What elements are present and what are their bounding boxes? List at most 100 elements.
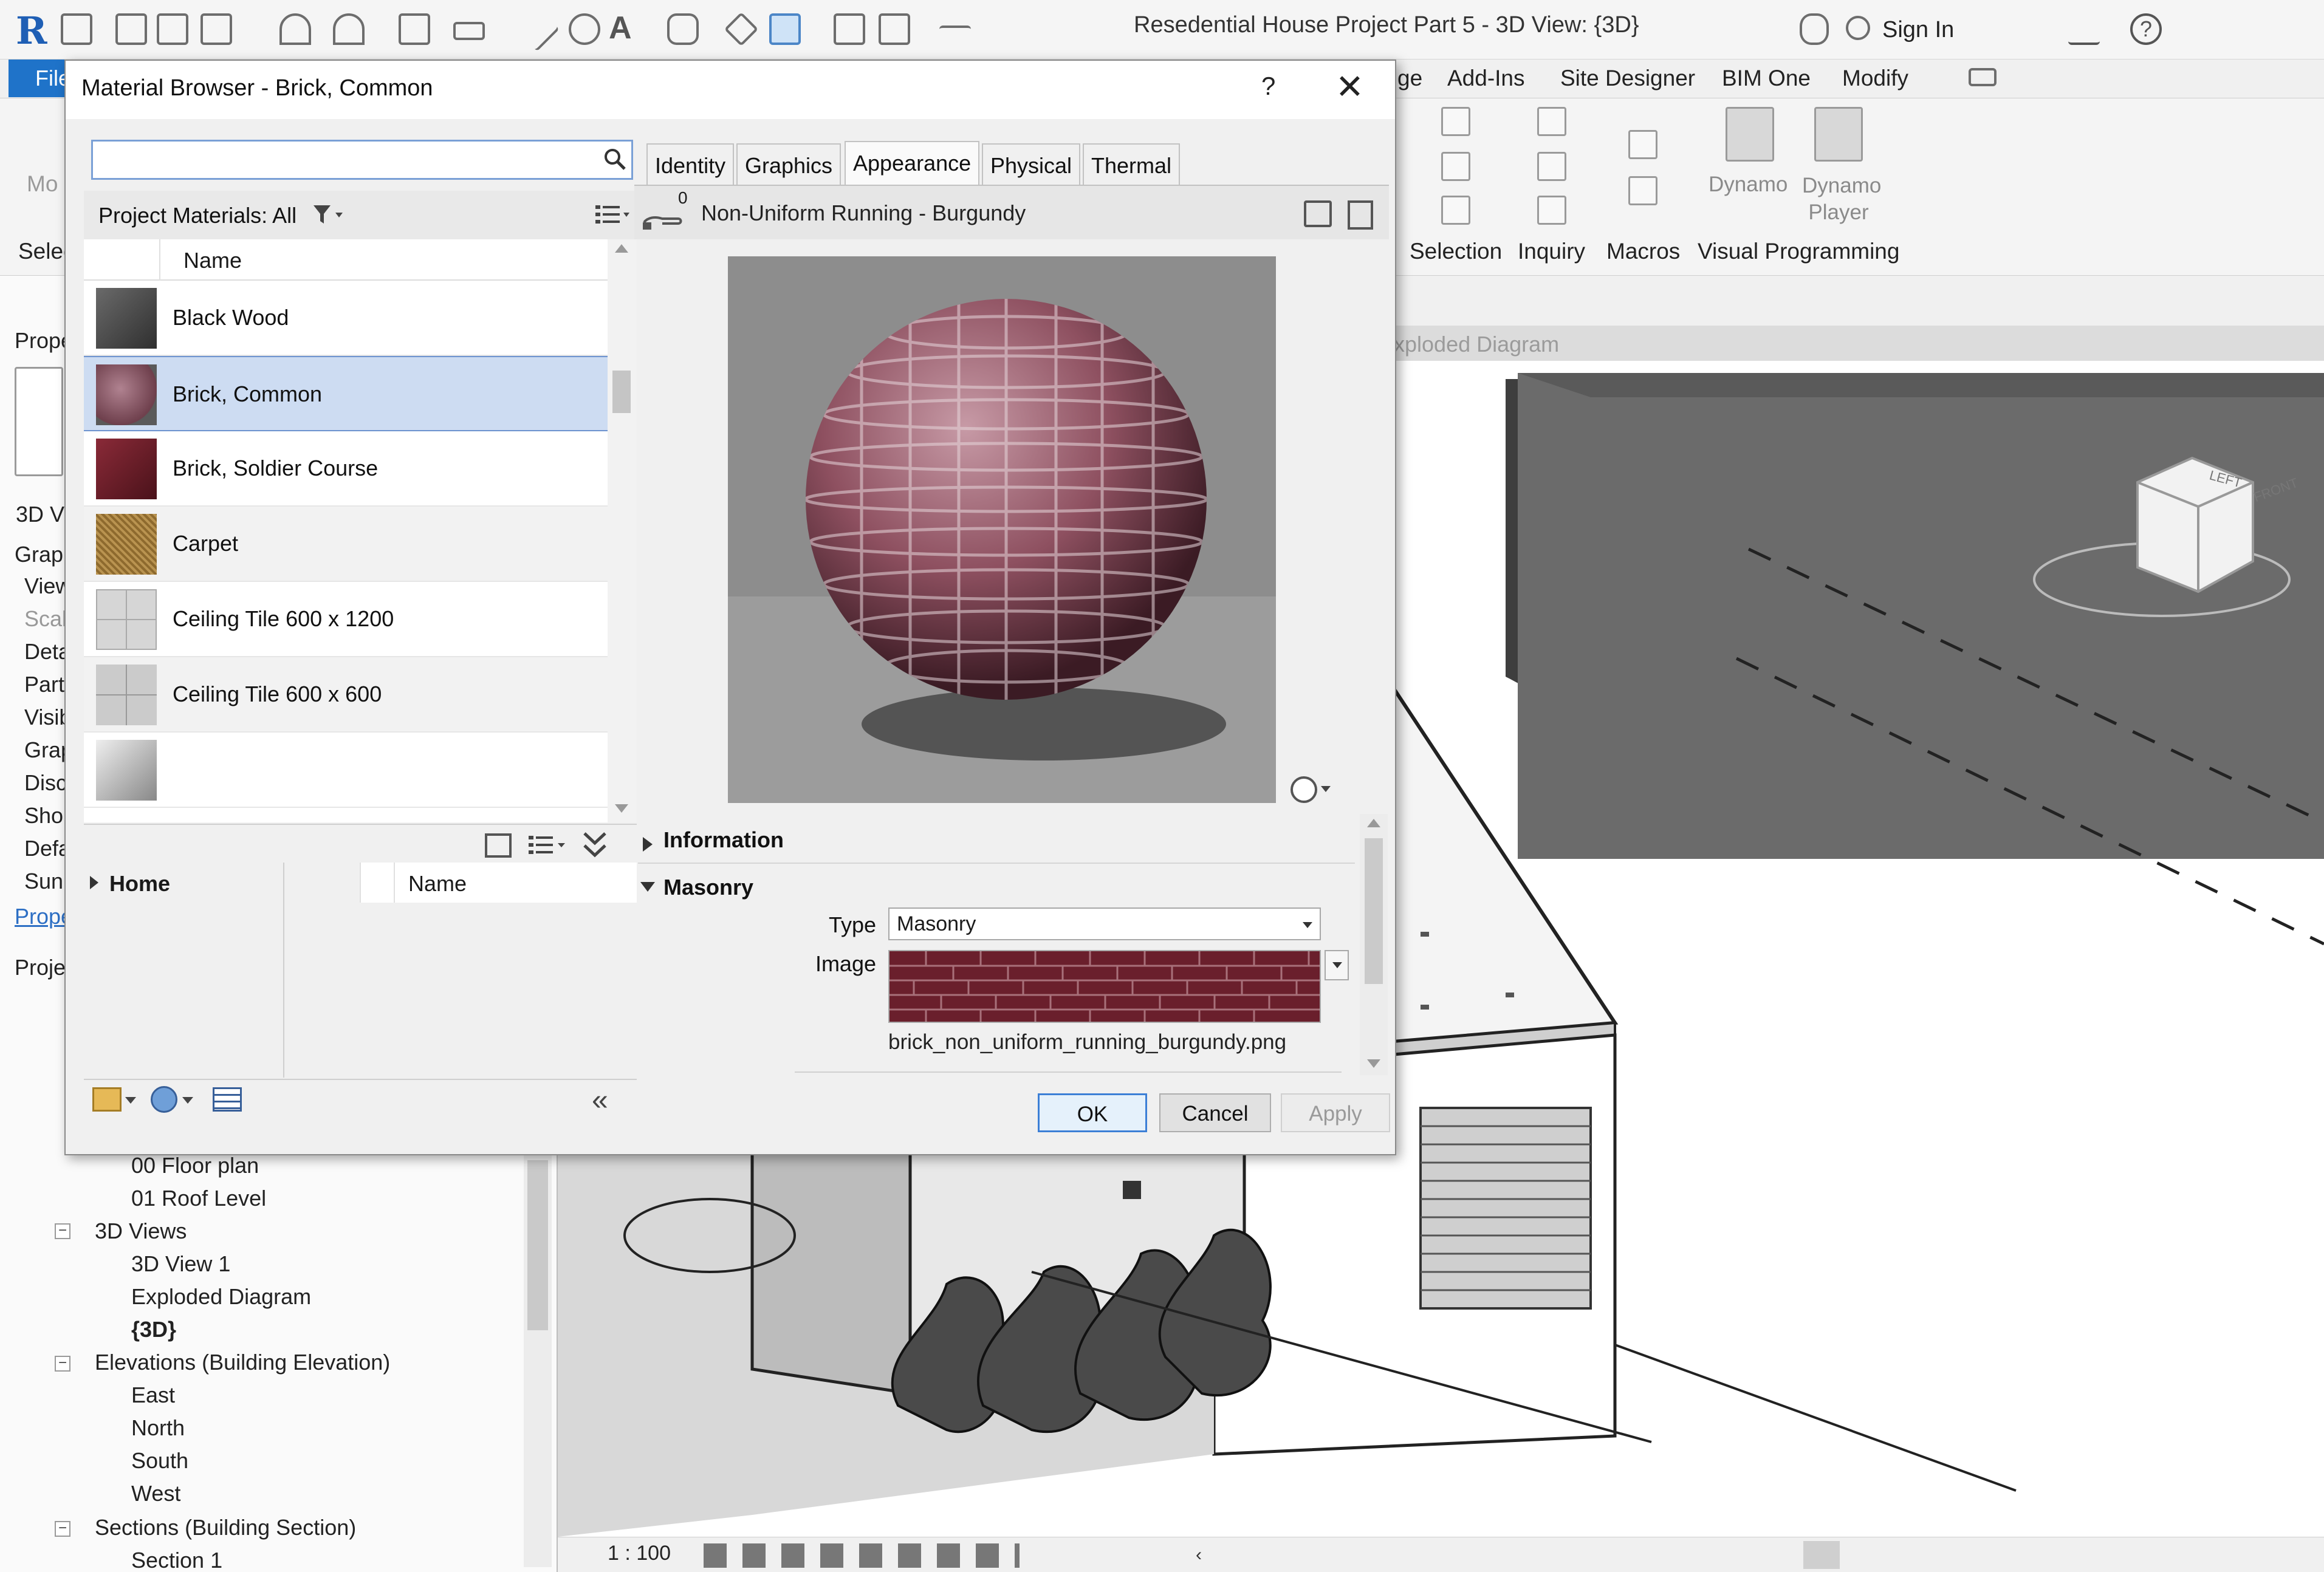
library-home[interactable]: Home bbox=[109, 871, 170, 897]
macro-manager-icon[interactable] bbox=[1628, 130, 1657, 159]
scene-options-icon[interactable] bbox=[1291, 776, 1317, 803]
tab-add-ins[interactable]: Add-Ins bbox=[1447, 66, 1525, 91]
warnings-icon[interactable] bbox=[1537, 196, 1566, 225]
tree-item[interactable]: Elevations (Building Elevation) bbox=[95, 1350, 390, 1375]
tab-modify[interactable]: Modify bbox=[1842, 66, 1908, 91]
image-options-button[interactable] bbox=[1325, 950, 1349, 980]
tree-item[interactable]: 01 Roof Level bbox=[131, 1186, 266, 1211]
library-panel-toggle-icon[interactable] bbox=[485, 833, 512, 858]
tab-thermal[interactable]: Thermal bbox=[1083, 143, 1181, 185]
cancel-button[interactable]: Cancel bbox=[1159, 1093, 1271, 1132]
search-icon[interactable] bbox=[603, 148, 626, 171]
select-links-icon[interactable] bbox=[1441, 107, 1470, 136]
ids-icon[interactable] bbox=[1537, 107, 1566, 136]
scrollbar-thumb[interactable] bbox=[612, 371, 631, 413]
masonry-image-swatch[interactable] bbox=[888, 950, 1321, 1023]
customize-qat-icon[interactable] bbox=[939, 26, 971, 38]
dynamo-player-icon[interactable] bbox=[1814, 107, 1863, 162]
dialog-close-button[interactable]: ✕ bbox=[1335, 67, 1364, 107]
tree-item[interactable]: 00 Floor plan bbox=[131, 1153, 259, 1178]
redo-icon[interactable] bbox=[333, 13, 365, 45]
cart-icon[interactable] bbox=[2068, 13, 2100, 45]
tree-item[interactable]: 3D Views bbox=[95, 1218, 187, 1244]
chevron-down-icon[interactable] bbox=[1303, 922, 1312, 928]
sign-in-link[interactable]: Sign In bbox=[1882, 17, 1954, 43]
material-row-carpet[interactable]: Carpet bbox=[84, 507, 608, 582]
expand-icon[interactable] bbox=[90, 876, 98, 889]
tab-appearance[interactable]: Appearance bbox=[845, 141, 980, 185]
tree-item[interactable]: 3D View 1 bbox=[131, 1251, 230, 1277]
dynamo-player-button[interactable]: Dynamo Player bbox=[1802, 173, 1881, 226]
material-row-brick-soldier-course[interactable]: Brick, Soldier Course bbox=[84, 431, 608, 507]
horizontal-scroll-thumb[interactable] bbox=[1803, 1541, 1840, 1569]
folder-icon[interactable] bbox=[115, 13, 147, 45]
section-information[interactable]: Information bbox=[663, 827, 784, 853]
library-name-column[interactable]: Name bbox=[408, 871, 467, 897]
close-hidden-icon[interactable] bbox=[834, 13, 865, 45]
view-control-icons[interactable] bbox=[704, 1543, 1020, 1568]
masonry-type-select[interactable]: Masonry bbox=[888, 907, 1321, 940]
replace-asset-icon[interactable] bbox=[1304, 200, 1332, 227]
collapse-toggle[interactable]: − bbox=[55, 1521, 70, 1537]
tag-icon[interactable] bbox=[569, 13, 600, 45]
filter-icon[interactable] bbox=[312, 204, 344, 226]
tree-item[interactable]: South bbox=[131, 1448, 188, 1474]
view-options-icon[interactable] bbox=[594, 203, 631, 227]
dynamo-icon[interactable] bbox=[1726, 107, 1774, 162]
text-icon[interactable]: A bbox=[609, 12, 640, 45]
tree-item[interactable]: West bbox=[131, 1481, 180, 1506]
select-by-id-icon[interactable] bbox=[1537, 152, 1566, 181]
material-row-brick-common[interactable]: Brick, Common bbox=[84, 356, 608, 431]
thin-lines-icon[interactable] bbox=[769, 13, 801, 45]
dialog-titlebar[interactable]: Material Browser - Brick, Common ? ✕ bbox=[66, 61, 1395, 119]
view-type-selector[interactable]: 3D V bbox=[16, 502, 64, 527]
save-icon[interactable] bbox=[157, 13, 188, 45]
tab-physical[interactable]: Physical bbox=[982, 143, 1081, 185]
name-column-header[interactable]: Name bbox=[183, 248, 242, 273]
collapse-toggle[interactable]: − bbox=[55, 1356, 70, 1372]
open-icon[interactable] bbox=[61, 13, 92, 45]
properties-scrollbar[interactable] bbox=[1360, 814, 1388, 1075]
tab-site-designer[interactable]: Site Designer bbox=[1560, 66, 1695, 91]
tab-bim-one[interactable]: BIM One bbox=[1722, 66, 1811, 91]
binoculars-icon[interactable] bbox=[1800, 13, 1829, 45]
asset-browser-icon[interactable] bbox=[213, 1087, 242, 1112]
dynamo-button[interactable]: Dynamo bbox=[1709, 173, 1788, 197]
sync-icon[interactable] bbox=[201, 13, 232, 45]
undo-icon[interactable] bbox=[279, 13, 311, 45]
dimension-icon[interactable] bbox=[515, 7, 560, 52]
tree-item[interactable]: North bbox=[131, 1415, 185, 1441]
view-tab-exploded-diagram[interactable]: xploded Diagram bbox=[1394, 326, 2324, 361]
scroll-up-icon[interactable] bbox=[1367, 819, 1380, 827]
print-icon[interactable] bbox=[399, 13, 430, 45]
tree-item[interactable]: Sections (Building Section) bbox=[95, 1515, 356, 1540]
select-underlay-icon[interactable] bbox=[1441, 152, 1470, 181]
material-list-scrollbar[interactable] bbox=[608, 239, 637, 822]
collapse-library-icon[interactable] bbox=[581, 830, 609, 860]
material-search-input[interactable] bbox=[98, 145, 596, 174]
3d-view-icon[interactable] bbox=[667, 13, 699, 45]
browser-scrollbar[interactable] bbox=[524, 1154, 552, 1567]
ribbon-minimize-icon[interactable] bbox=[1969, 68, 1997, 86]
tab-partial[interactable]: ge bbox=[1397, 66, 1422, 91]
section-icon[interactable] bbox=[724, 12, 759, 47]
help-icon[interactable]: ? bbox=[2130, 13, 2162, 45]
apply-button[interactable]: Apply bbox=[1281, 1093, 1390, 1132]
view-scale[interactable]: 1 : 100 bbox=[608, 1542, 671, 1565]
duplicate-asset-icon[interactable] bbox=[1348, 200, 1373, 230]
chevron-down-icon[interactable] bbox=[125, 1097, 136, 1104]
scroll-down-icon[interactable] bbox=[615, 804, 628, 813]
measure-icon[interactable] bbox=[453, 22, 485, 40]
select-pinned-icon[interactable] bbox=[1441, 196, 1470, 225]
ok-button[interactable]: OK bbox=[1038, 1093, 1147, 1132]
collapse-masonry-icon[interactable] bbox=[640, 882, 655, 892]
switch-windows-icon[interactable] bbox=[879, 13, 910, 45]
tree-item[interactable]: Section 1 bbox=[131, 1548, 222, 1572]
library-view-options-icon[interactable] bbox=[527, 833, 570, 858]
tab-identity[interactable]: Identity bbox=[646, 143, 735, 185]
chevron-left-icon[interactable]: ‹ bbox=[1196, 1545, 1202, 1565]
material-row-ceiling-tile-600x600[interactable]: Ceiling Tile 600 x 600 bbox=[84, 657, 608, 733]
tree-item[interactable]: East bbox=[131, 1382, 175, 1408]
revit-logo[interactable]: R bbox=[16, 9, 47, 53]
collapse-toggle[interactable]: − bbox=[55, 1223, 70, 1239]
